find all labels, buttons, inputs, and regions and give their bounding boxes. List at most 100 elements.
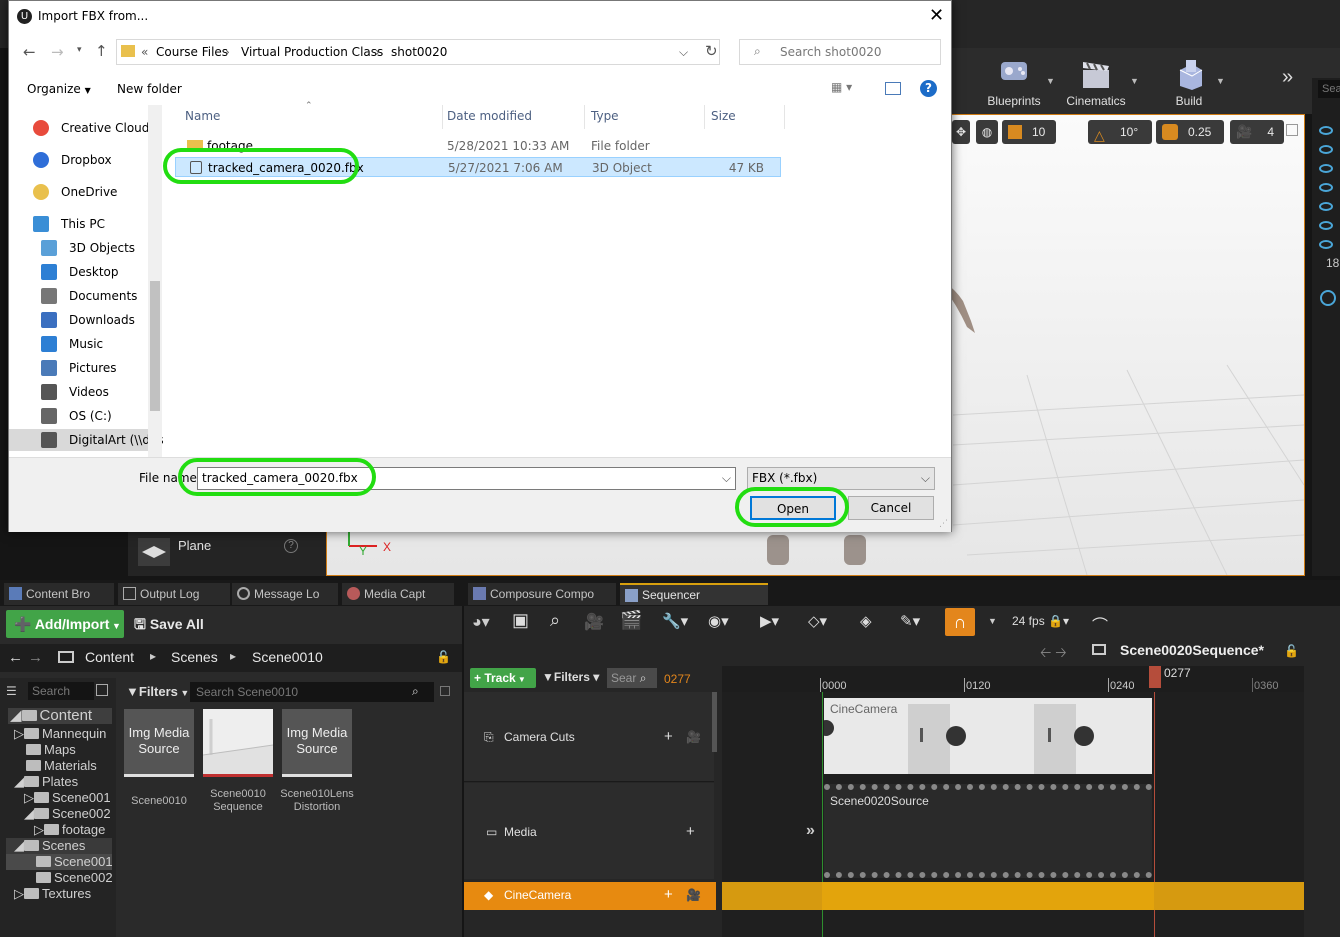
- organize-button[interactable]: Organize ▼: [27, 82, 91, 96]
- add-plus-icon[interactable]: +: [664, 886, 673, 903]
- forward-arrow-icon[interactable]: →: [51, 43, 64, 61]
- track-media[interactable]: ▭ Media +: [464, 783, 714, 879]
- tab-composure[interactable]: Composure Compo: [468, 583, 616, 605]
- back-arrow-icon[interactable]: ←: [23, 43, 36, 61]
- camera-icon[interactable]: 🎥: [584, 612, 604, 632]
- track-search-input[interactable]: Sear ⌕: [607, 668, 657, 688]
- cinematics-button[interactable]: Cinematics: [1056, 52, 1136, 110]
- tree-item-scenes[interactable]: ◢ Scenes: [6, 838, 112, 854]
- world-local-icon[interactable]: ◍: [976, 120, 998, 144]
- preview-pane-icon[interactable]: [885, 82, 901, 95]
- visibility-eye-icon[interactable]: [1319, 164, 1333, 173]
- save-sequence-icon[interactable]: ▣: [512, 610, 529, 631]
- current-frame-field[interactable]: 0277: [664, 672, 691, 686]
- build-dropdown-icon[interactable]: ▼: [1216, 76, 1225, 86]
- address-segment[interactable]: shot0020: [391, 45, 447, 59]
- visibility-eye-icon[interactable]: [1319, 126, 1333, 135]
- column-header-name[interactable]: Name: [185, 109, 220, 123]
- play-icon[interactable]: ▶▾: [760, 612, 779, 630]
- search-input[interactable]: ⌕ Search shot0020: [739, 39, 941, 65]
- clapperboard-icon[interactable]: 🎬: [620, 610, 642, 631]
- tab-output-log[interactable]: Output Log: [118, 583, 230, 605]
- address-segment[interactable]: Virtual Production Class: [241, 45, 383, 59]
- view-eye-icon[interactable]: ◉▾: [708, 612, 729, 630]
- tree-item-plates[interactable]: ◢ Plates: [14, 774, 118, 790]
- tab-media-capture[interactable]: Media Capt: [342, 583, 454, 605]
- cinematics-dropdown-icon[interactable]: ▼: [1130, 76, 1139, 86]
- grid-snap-button[interactable]: 10: [1002, 120, 1056, 144]
- save-search-icon[interactable]: [440, 686, 450, 696]
- lock-icon[interactable]: 🔓: [1284, 644, 1299, 658]
- plane-label[interactable]: Plane: [178, 538, 211, 553]
- camera-icon[interactable]: 🎥: [686, 888, 701, 902]
- nav-arrows-icon[interactable]: 🡠 🡢: [1040, 642, 1067, 666]
- media-clip[interactable]: Scene0020Source: [824, 784, 1152, 878]
- column-header-date[interactable]: Date modified: [447, 109, 532, 123]
- rotation-snap-button[interactable]: △ 10°: [1088, 120, 1152, 144]
- new-folder-button[interactable]: New folder: [117, 82, 182, 96]
- auto-key-icon[interactable]: ◈: [860, 612, 872, 630]
- camera-cut-clip[interactable]: CineCamera: [824, 698, 1152, 774]
- tree-item-materials[interactable]: Materials: [26, 758, 130, 774]
- resize-grip-icon[interactable]: ⋰: [939, 519, 948, 529]
- add-import-button[interactable]: ➕ Add/Import ▼: [6, 610, 124, 638]
- edit-pencil-icon[interactable]: ✎▾: [900, 612, 920, 630]
- playhead-handle[interactable]: [1149, 666, 1161, 688]
- column-header-size[interactable]: Size: [711, 109, 736, 123]
- tree-item-plates-scene002[interactable]: ◢ Scene002: [24, 806, 112, 822]
- details-search-icon[interactable]: [1320, 290, 1336, 306]
- column-header-type[interactable]: Type: [591, 109, 619, 123]
- breadcrumb-scenes[interactable]: Scenes: [171, 649, 218, 665]
- add-track-button[interactable]: + Track ▼: [470, 668, 536, 688]
- asset-search-input[interactable]: Search Scene0010: [190, 682, 434, 702]
- fps-selector[interactable]: 24 fps 🔒▾: [1012, 614, 1069, 628]
- snap-magnet-icon[interactable]: ∩: [945, 608, 975, 636]
- nav-scrollbar[interactable]: [148, 105, 162, 457]
- visibility-eye-icon[interactable]: [1319, 183, 1333, 192]
- tab-sequencer[interactable]: Sequencer: [620, 583, 768, 605]
- add-plus-icon[interactable]: +: [686, 823, 695, 840]
- find-icon[interactable]: ⌕: [550, 610, 560, 631]
- chevron-down-icon[interactable]: ⌵: [722, 468, 731, 489]
- blueprints-button[interactable]: Blueprints: [974, 52, 1054, 110]
- asset-tile-scene0010-sequence[interactable]: [203, 709, 273, 777]
- camera-speed-button[interactable]: 🎥 4: [1230, 120, 1284, 144]
- chevron-down-icon[interactable]: ⌵: [679, 45, 688, 60]
- nav-scrollbar-thumb[interactable]: [150, 281, 160, 411]
- help-icon[interactable]: ?: [284, 539, 298, 553]
- settings-wrench-icon[interactable]: 🔧▾: [662, 612, 688, 630]
- view-options-icon[interactable]: ▦ ▾: [831, 80, 852, 94]
- sources-toggle-icon[interactable]: ☰: [6, 684, 17, 698]
- up-arrow-icon[interactable]: ↑: [95, 42, 108, 60]
- scale-snap-button[interactable]: 0.25: [1156, 120, 1224, 144]
- camera-icon[interactable]: 🎥: [686, 730, 701, 744]
- view-options-icon[interactable]: [96, 684, 108, 696]
- close-icon[interactable]: ✕: [929, 5, 944, 26]
- blueprints-dropdown-icon[interactable]: ▼: [1046, 76, 1055, 86]
- forward-arrow-icon[interactable]: →: [28, 649, 43, 666]
- maximize-viewport-icon[interactable]: [1286, 124, 1298, 136]
- filters-button[interactable]: ▼Filters ▼: [126, 684, 189, 699]
- key-icon[interactable]: ◇▾: [808, 612, 827, 630]
- tab-message-log[interactable]: Message Lo: [232, 583, 338, 605]
- track-camera-cuts[interactable]: ⎘ Camera Cuts + 🎥: [464, 692, 714, 782]
- folder-search-input[interactable]: Search: [28, 682, 94, 700]
- visibility-eye-icon[interactable]: [1319, 202, 1333, 211]
- address-segment[interactable]: Course Files: [156, 45, 228, 59]
- tab-content-browser[interactable]: Content Bro: [4, 583, 114, 605]
- visibility-eye-icon[interactable]: [1319, 240, 1333, 249]
- track-cine-camera[interactable]: ◆ CineCamera + 🎥: [464, 882, 716, 910]
- add-plus-icon[interactable]: +: [664, 728, 673, 745]
- tree-item-mannequin[interactable]: ▷ Mannequin: [14, 726, 118, 742]
- refresh-icon[interactable]: ↻: [705, 42, 718, 60]
- address-bar[interactable]: « Course Files › Virtual Production Clas…: [116, 39, 720, 65]
- outliner-search[interactable]: Sea: [1318, 80, 1340, 98]
- back-arrow-icon[interactable]: ←: [8, 649, 23, 666]
- nav-item-12[interactable]: DigitalArt (\\des: [9, 429, 163, 451]
- address-overflow[interactable]: «: [141, 45, 148, 59]
- asset-tile-scene0010[interactable]: Img Media Source: [124, 709, 194, 777]
- tree-item-textures[interactable]: ▷ Textures: [14, 886, 118, 902]
- tree-item-plates-scene001[interactable]: ▷ Scene001: [24, 790, 112, 806]
- transform-icon[interactable]: ✥: [952, 120, 970, 144]
- tree-item-footage[interactable]: ▷ footage: [34, 822, 112, 838]
